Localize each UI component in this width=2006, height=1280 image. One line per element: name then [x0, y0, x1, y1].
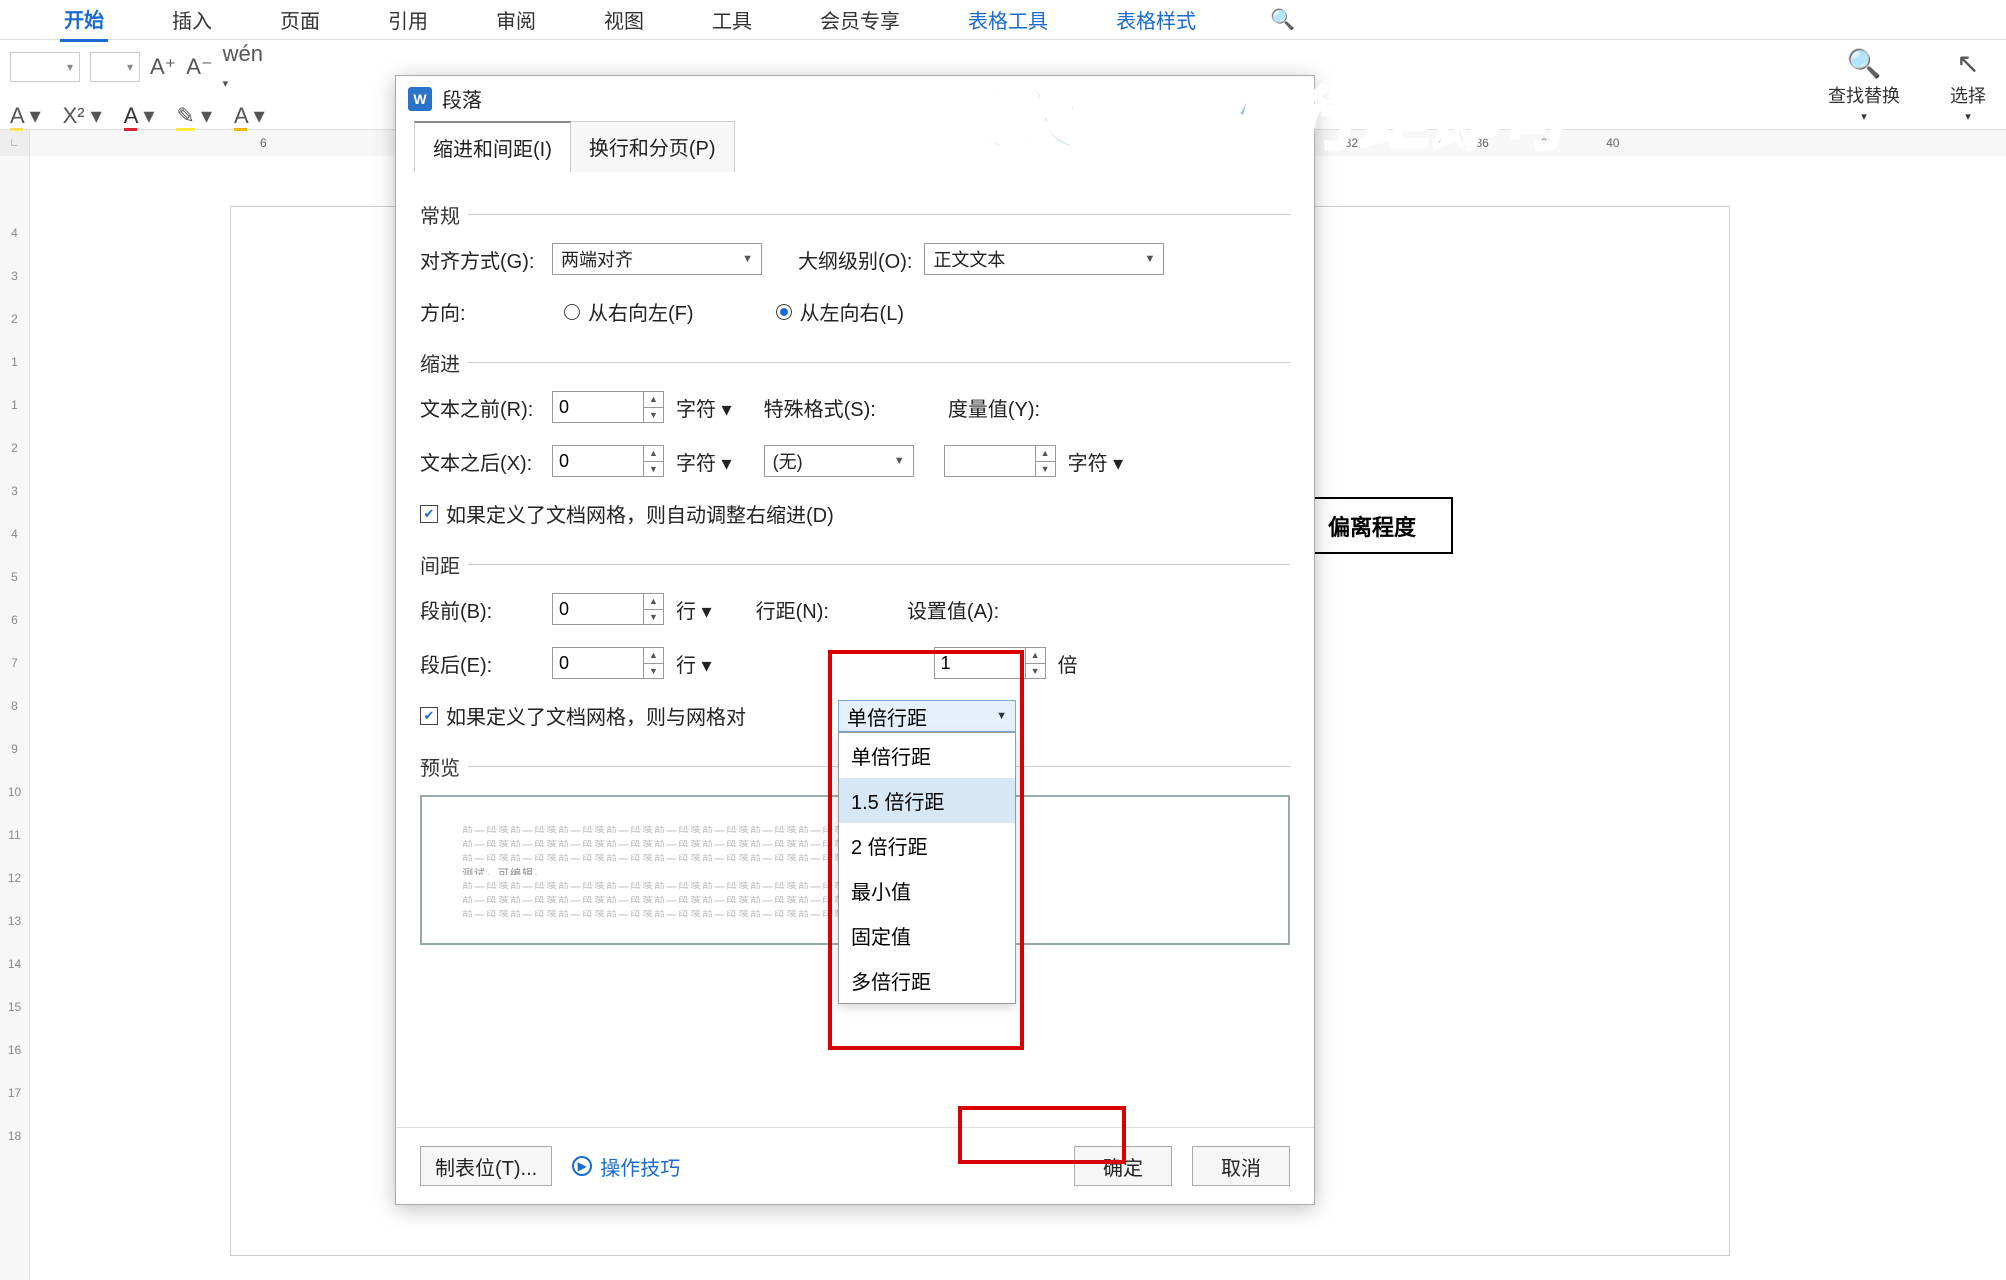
line-option-multiple[interactable]: 多倍行距 — [839, 958, 1015, 1003]
line-unit[interactable]: 行 ▾ — [676, 649, 712, 678]
dialog-tab-indent[interactable]: 缩进和间距(I) — [414, 121, 571, 172]
line-spacing-dropdown: 单倍行距 1.5 倍行距 2 倍行距 最小值 固定值 多倍行距 — [838, 732, 1016, 1004]
tab-tools[interactable]: 工具 — [708, 0, 756, 40]
char-unit[interactable]: 字符 ▾ — [1068, 447, 1124, 476]
line-option-1-5[interactable]: 1.5 倍行距 — [839, 778, 1015, 823]
font-color-icon[interactable]: A ▾ — [124, 103, 155, 129]
outline-select[interactable]: 正文文本▼ — [924, 243, 1164, 275]
char-unit[interactable]: 字符 ▾ — [676, 393, 732, 422]
play-icon: ▶ — [572, 1156, 592, 1176]
after-text-label: 文本之后(X): — [420, 447, 540, 476]
tab-stops-button[interactable]: 制表位(T)... — [420, 1146, 552, 1186]
section-indent: 缩进 — [420, 348, 1290, 377]
measure-label: 度量值(Y): — [948, 393, 1040, 422]
char-unit[interactable]: 字符 ▾ — [676, 447, 732, 476]
outline-label: 大纲级别(O): — [798, 245, 912, 274]
font-size-dropdown[interactable]: ▾ — [10, 52, 80, 82]
before-text-label: 文本之前(R): — [420, 393, 540, 422]
ruler-vertical: 4321 1234 5678 9101112 13141516 1718 — [0, 156, 30, 1280]
alignment-label: 对齐方式(G): — [420, 245, 540, 274]
phonetic-icon[interactable]: wén▾ — [223, 41, 263, 93]
dialog-title: 段落 — [442, 84, 482, 113]
shading-icon[interactable]: ✎ ▾ — [176, 103, 212, 129]
line-option-min[interactable]: 最小值 — [839, 868, 1015, 913]
tab-reference[interactable]: 引用 — [384, 0, 432, 40]
special-label: 特殊格式(S): — [764, 393, 876, 422]
before-para-spinner[interactable]: ▲▼ — [552, 593, 664, 625]
line-spacing-select[interactable]: 单倍行距▼ — [838, 700, 1016, 732]
wps-icon: W — [408, 87, 432, 111]
line-option-double[interactable]: 2 倍行距 — [839, 823, 1015, 868]
after-para-spinner[interactable]: ▲▼ — [552, 647, 664, 679]
select-button[interactable]: ↖ 选择▾ — [1950, 47, 1986, 123]
ruler-corner: ∟ — [0, 130, 30, 156]
before-text-spinner[interactable]: ▲▼ — [552, 391, 664, 423]
tab-start[interactable]: 开始 — [60, 0, 108, 42]
font-dropdown[interactable]: ▾ — [90, 52, 140, 82]
direction-label: 方向: — [420, 297, 540, 326]
decrease-font-icon[interactable]: A⁻ — [186, 54, 212, 80]
direction-ltr-radio[interactable]: 从左向右(L) — [776, 297, 904, 326]
tab-table-style[interactable]: 表格样式 — [1112, 0, 1200, 40]
section-spacing: 间距 — [420, 550, 1290, 579]
measure-spinner[interactable]: ▲▼ — [944, 445, 1056, 477]
tips-link[interactable]: ▶操作技巧 — [572, 1152, 680, 1181]
toolbar-right: 🔍 查找替换▾ ↖ 选择▾ — [1828, 47, 1986, 123]
spacing-grid-check[interactable]: 如果定义了文档网格，则与网格对 — [420, 701, 746, 730]
char-color-icon[interactable]: A ▾ — [234, 103, 265, 129]
set-value-label: 设置值(A): — [907, 595, 999, 624]
tab-member[interactable]: 会员专享 — [816, 0, 904, 40]
tab-review[interactable]: 审阅 — [492, 0, 540, 40]
tab-view[interactable]: 视图 — [600, 0, 648, 40]
tab-table-tools[interactable]: 表格工具 — [964, 0, 1052, 40]
after-text-spinner[interactable]: ▲▼ — [552, 445, 664, 477]
line-option-single[interactable]: 单倍行距 — [839, 733, 1015, 778]
search-glass-icon: 🔍 — [1847, 47, 1882, 80]
times-unit: 倍 — [1058, 649, 1078, 678]
line-unit[interactable]: 行 ▾ — [676, 595, 712, 624]
line-option-fixed[interactable]: 固定值 — [839, 913, 1015, 958]
ok-button[interactable]: 确定 — [1074, 1146, 1172, 1186]
alignment-select[interactable]: 两端对齐▼ — [552, 243, 762, 275]
direction-rtl-radio[interactable]: 从右向左(F) — [564, 297, 694, 326]
section-general: 常规 — [420, 200, 1290, 229]
increase-font-icon[interactable]: A⁺ — [150, 54, 176, 80]
paragraph-dialog: W 段落 缩进和间距(I) 换行和分页(P) 常规 对齐方式(G): 两端对齐▼… — [395, 75, 1315, 1205]
set-value-spinner[interactable]: ▲▼ — [934, 647, 1046, 679]
ribbon-tabs: 开始 插入 页面 引用 审阅 视图 工具 会员专享 表格工具 表格样式 🔍 — [0, 0, 2006, 40]
special-select[interactable]: (无)▼ — [764, 445, 914, 477]
dialog-tab-pagination[interactable]: 换行和分页(P) — [570, 121, 735, 172]
tab-page[interactable]: 页面 — [276, 0, 324, 40]
auto-indent-check[interactable]: 如果定义了文档网格，则自动调整右缩进(D) — [420, 499, 834, 528]
after-para-label: 段后(E): — [420, 649, 540, 678]
tab-insert[interactable]: 插入 — [168, 0, 216, 40]
line-spacing-label: 行距(N): — [756, 595, 829, 624]
superscript-icon[interactable]: X² ▾ — [63, 103, 102, 129]
search-icon[interactable]: 🔍 — [1270, 7, 1295, 32]
dialog-titlebar[interactable]: W 段落 — [396, 76, 1314, 121]
table-header[interactable]: 偏离程度 — [1292, 498, 1452, 553]
cancel-button[interactable]: 取消 — [1192, 1146, 1290, 1186]
before-para-label: 段前(B): — [420, 595, 540, 624]
find-replace-button[interactable]: 🔍 查找替换▾ — [1828, 47, 1900, 123]
highlight-icon[interactable]: A ▾ — [10, 103, 41, 129]
cursor-icon: ↖ — [1956, 47, 1979, 80]
